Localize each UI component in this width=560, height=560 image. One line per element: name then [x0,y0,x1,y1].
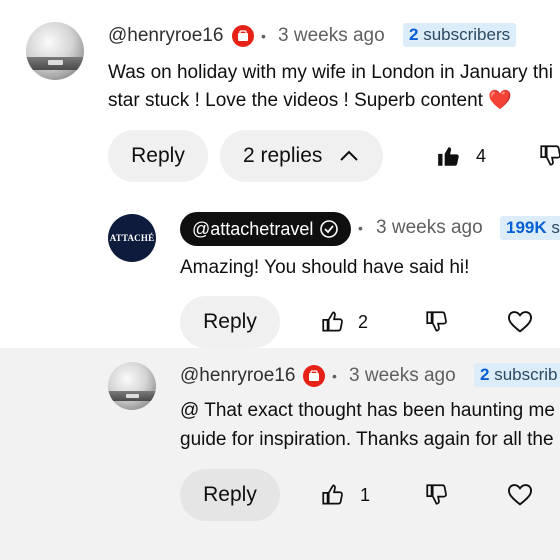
separator-dot: • [332,368,337,384]
subscribers-count: 199K [506,218,547,237]
separator-dot: • [358,220,363,236]
avatar[interactable]: ATTACHÉ [108,214,156,262]
like-count: 4 [476,146,487,166]
comment-timestamp[interactable]: 3 weeks ago [376,217,483,239]
comment-text-line1: @ That exact thought has been haunting m… [180,400,555,421]
channel-owner-handle[interactable]: @attachetravel [180,212,352,246]
comment-reply: ATTACHÉ @attachetravel • 3 weeks ago 199… [0,200,560,348]
comment-text-line1: Was on holiday with my wife in London in… [108,62,553,83]
thumbs-down-icon[interactable] [424,309,450,335]
replies-label: 2 replies [243,144,323,167]
thumbs-up-icon[interactable] [320,309,346,335]
subscribers-badge: 2 subscribers [403,23,517,47]
reply-button[interactable]: Reply [180,469,280,521]
toggle-replies-button[interactable]: 2 replies [220,130,383,182]
comment-text-line1: Amazing! You should have said hi! [180,257,470,278]
like-count: 2 [358,312,369,332]
comment-author-handle: @attachetravel [192,219,314,239]
comment-top-level: @henryroe16 • 3 weeks ago 2 subscribers … [0,0,560,200]
thumbs-up-filled-icon[interactable] [436,143,462,169]
subscribers-label: subscrib [494,365,558,384]
thumbs-down-icon[interactable] [538,143,560,169]
comment-author-handle[interactable]: @henryroe16 [108,25,223,47]
separator-dot: • [261,28,266,44]
avatar-logo-text: ATTACHÉ [109,233,155,243]
subscribers-count: 2 [409,25,419,44]
subscribers-label: subscribers [423,25,511,44]
thumbs-up-icon[interactable] [320,482,346,508]
membership-badge-icon [232,25,254,47]
verified-check-icon [320,220,339,238]
heart-icon[interactable] [506,308,534,336]
subscribers-badge: 2 subscrib [474,363,560,387]
comment-reply-highlighted: @henryroe16 • 3 weeks ago 2 subscrib @ T… [0,348,560,560]
avatar[interactable] [108,362,156,410]
subscribers-count: 2 [480,365,490,384]
comment-timestamp[interactable]: 3 weeks ago [349,365,456,387]
reply-button[interactable]: Reply [108,130,208,182]
chevron-up-icon [340,150,358,161]
heart-icon[interactable] [506,481,534,509]
comment-timestamp[interactable]: 3 weeks ago [278,25,385,47]
comment-text-line2: star stuck ! Love the videos ! Superb co… [108,90,512,111]
membership-badge-icon [303,365,325,387]
comment-author-handle[interactable]: @henryroe16 [180,365,295,387]
reply-button[interactable]: Reply [180,296,280,348]
subscribers-label: s [551,218,560,237]
avatar[interactable] [26,22,84,80]
comment-text-line2: guide for inspiration. Thanks again for … [180,429,554,450]
subscribers-badge: 199K s [500,216,560,240]
thumbs-down-icon[interactable] [424,482,450,508]
like-count: 1 [360,485,371,505]
